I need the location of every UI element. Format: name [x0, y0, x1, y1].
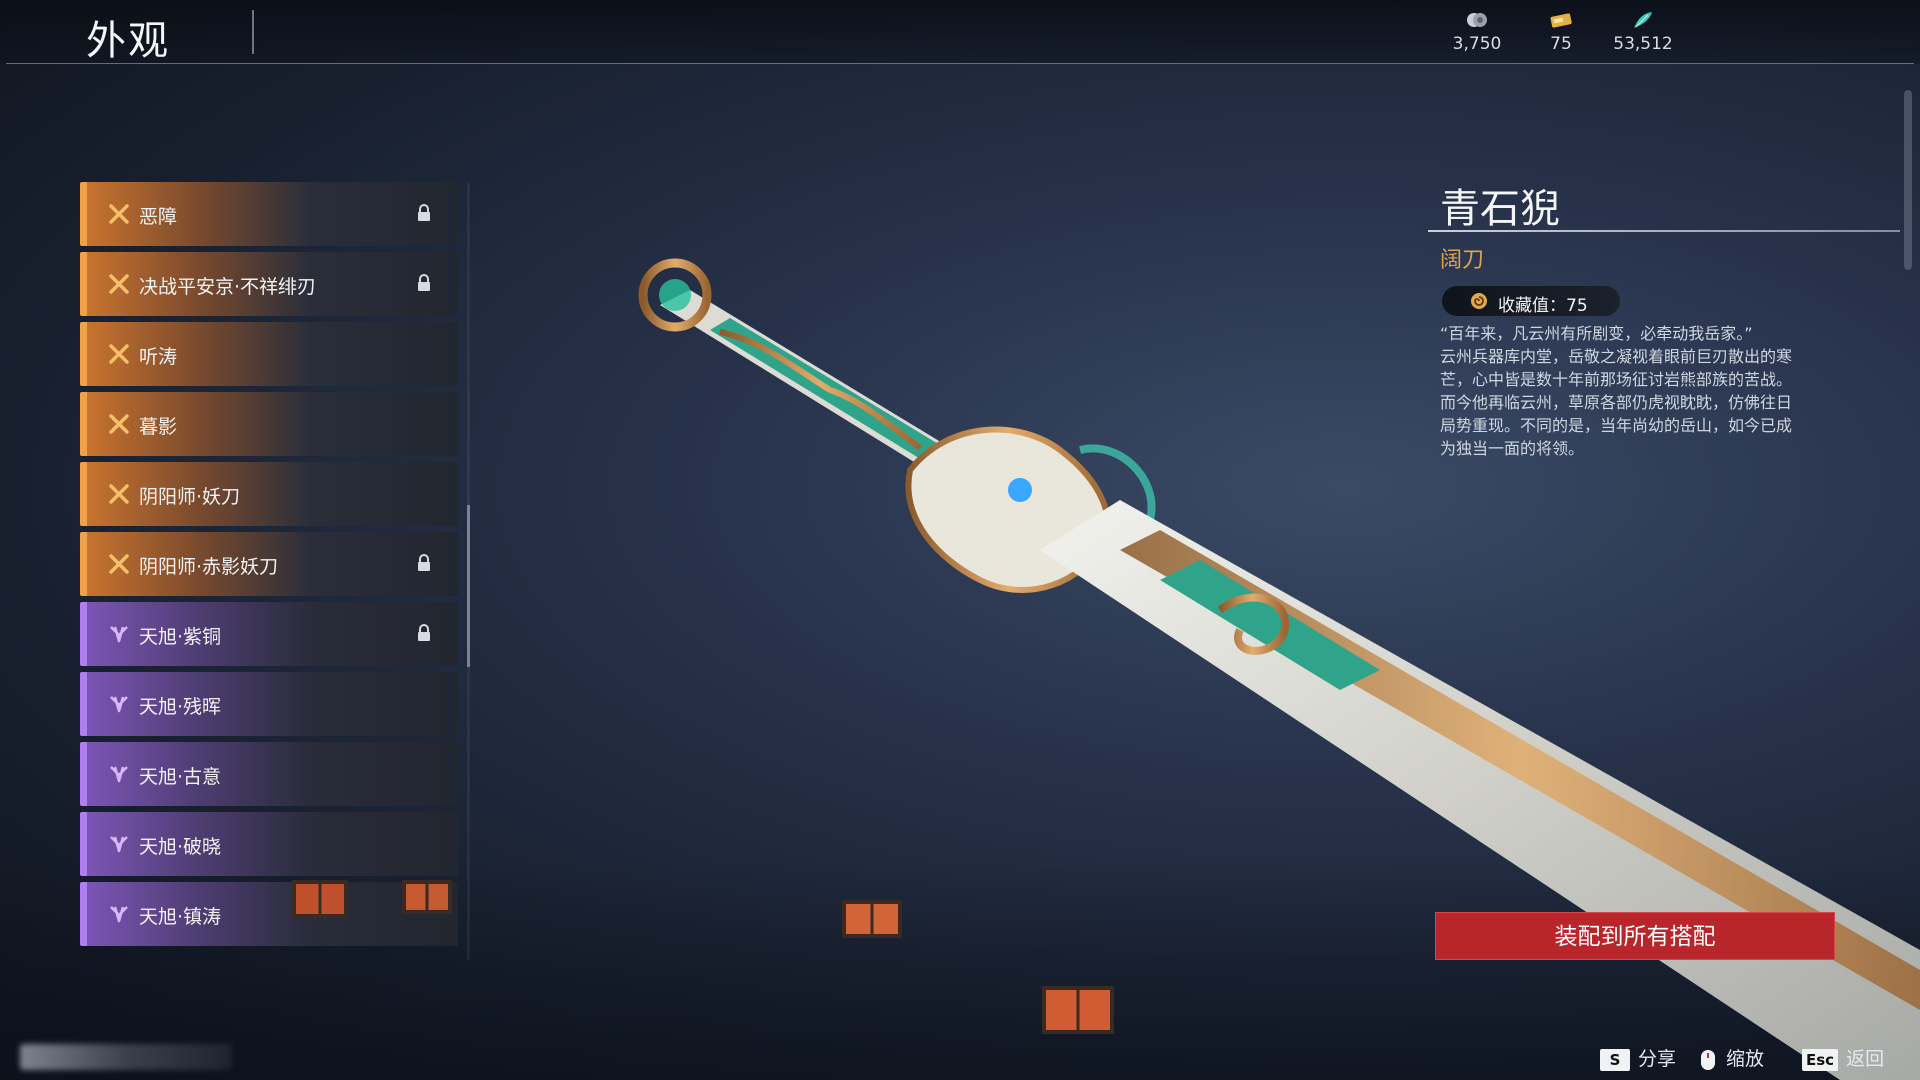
- skin-item[interactable]: 恶障: [80, 182, 458, 246]
- back-key: Esc: [1802, 1048, 1839, 1071]
- currency-jade: 53,512: [1603, 10, 1683, 54]
- skin-item[interactable]: 决战平安京·不祥绯刃: [80, 252, 458, 316]
- epic-rarity-icon: [110, 836, 128, 853]
- back-hint[interactable]: Esc 返回: [1802, 1044, 1884, 1071]
- zoom-label: 缩放: [1726, 1048, 1765, 1070]
- lock-icon: [418, 554, 430, 571]
- skin-item-label: 阴阳师·赤影妖刀: [139, 556, 279, 578]
- weapon-type: 阔刀: [1440, 248, 1485, 273]
- description-line: 而今他再临云州，草原各部仍虎视眈眈，仿佛往日: [1440, 393, 1793, 412]
- epic-rarity-icon: [110, 626, 128, 643]
- zoom-hint[interactable]: 缩放: [1698, 1044, 1764, 1071]
- skin-item-label: 决战平安京·不祥绯刃: [139, 276, 317, 298]
- skin-item[interactable]: 阴阳师·妖刀: [80, 462, 458, 526]
- skin-item[interactable]: 天旭·紫铜: [80, 602, 458, 666]
- blurred-player-id: [20, 1044, 232, 1070]
- name-divider: [1428, 230, 1900, 232]
- epic-rarity-icon: [110, 696, 128, 713]
- epic-rarity-icon: [110, 766, 128, 783]
- lantern-icon: [292, 880, 348, 918]
- weapon-description: “百年来，凡云州有所剧变，必牵动我岳家。” 云州兵器库内堂，岳敬之凝视着眼前巨刃…: [1440, 322, 1840, 460]
- back-label: 返回: [1846, 1048, 1885, 1070]
- skin-list: 恶障 决战平安京·不祥绯刃 听涛 暮影 阴阳师·妖刀 阴阳师·赤影妖刀 天旭·紫…: [80, 182, 460, 952]
- skin-item-label: 天旭·紫铜: [139, 626, 222, 648]
- lantern-icon: [1042, 986, 1114, 1034]
- legendary-rarity-icon: [109, 274, 129, 294]
- legendary-rarity-icon: [109, 204, 129, 224]
- currency-gold: 75: [1521, 10, 1601, 54]
- skin-item[interactable]: 听涛: [80, 322, 458, 386]
- title-separator: [252, 10, 254, 54]
- skin-item-label: 听涛: [139, 346, 178, 368]
- weapon-name: 青石猊: [1440, 186, 1560, 232]
- skin-item[interactable]: 暮影: [80, 392, 458, 456]
- skin-item-label: 天旭·破晓: [139, 836, 222, 858]
- share-label: 分享: [1638, 1048, 1677, 1070]
- legendary-rarity-icon: [109, 554, 129, 574]
- skin-item[interactable]: 天旭·残晖: [80, 672, 458, 736]
- equip-all-button[interactable]: 装配到所有搭配: [1435, 912, 1835, 960]
- description-line: “百年来，凡云州有所剧变，必牵动我岳家。”: [1440, 324, 1753, 343]
- list-scrollbar-thumb[interactable]: [467, 505, 470, 667]
- skin-item-label: 恶障: [139, 206, 178, 228]
- description-line: 云州兵器库内堂，岳敬之凝视着眼前巨刃散出的寒: [1440, 347, 1793, 366]
- legendary-rarity-icon: [109, 414, 129, 434]
- epic-rarity-icon: [110, 906, 128, 923]
- legendary-rarity-icon: [109, 344, 129, 364]
- mouse-icon: [1701, 1049, 1715, 1070]
- skin-item-label: 天旭·古意: [139, 766, 222, 788]
- collection-value-badge: 收藏值：75: [1442, 286, 1620, 316]
- lock-icon: [418, 274, 430, 291]
- spiral-coin-icon: [1471, 293, 1487, 309]
- gold-ticket-icon: [1550, 13, 1572, 28]
- skin-item[interactable]: 阴阳师·赤影妖刀: [80, 532, 458, 596]
- silver-coin-icon: [1467, 13, 1487, 27]
- right-scroll-indicator[interactable]: [1904, 90, 1912, 270]
- share-key: S: [1600, 1048, 1630, 1071]
- description-line: 局势重现。不同的是，当年尚幼的岳山，如今已成: [1440, 416, 1793, 435]
- skin-item-label: 天旭·镇涛: [139, 906, 222, 928]
- lock-icon: [418, 624, 430, 641]
- skin-item-label: 阴阳师·妖刀: [139, 486, 241, 508]
- collection-value-text: 收藏值：75: [1498, 296, 1588, 316]
- share-hint[interactable]: S 分享: [1600, 1044, 1676, 1071]
- currency-silver: 3,750: [1437, 10, 1517, 54]
- lock-icon: [418, 204, 430, 221]
- skin-item[interactable]: 天旭·古意: [80, 742, 458, 806]
- top-divider: [6, 63, 1914, 64]
- description-line: 芒，心中皆是数十年前那场征讨岩熊部族的苦战。: [1440, 370, 1793, 389]
- description-line: 为独当一面的将领。: [1440, 439, 1585, 458]
- skin-item[interactable]: 天旭·破晓: [80, 812, 458, 876]
- lantern-icon: [402, 880, 452, 914]
- legendary-rarity-icon: [109, 484, 129, 504]
- page-title: 外观: [86, 18, 170, 64]
- jade-feather-icon: [1634, 12, 1652, 28]
- skin-item-label: 暮影: [139, 416, 178, 438]
- skin-item-label: 天旭·残晖: [139, 696, 222, 718]
- lantern-icon: [842, 900, 902, 938]
